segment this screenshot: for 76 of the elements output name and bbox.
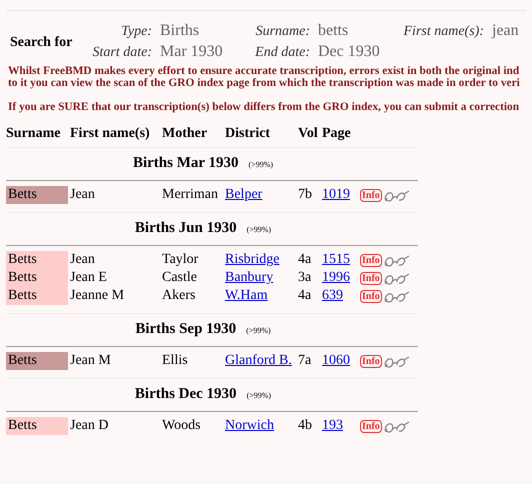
search-field-label: Type: <box>120 23 152 41</box>
info-button[interactable]: Info <box>360 420 382 433</box>
search-field-value: betts <box>318 21 350 41</box>
first-name-cell: Jean E <box>70 270 107 285</box>
volume-cell: 7b <box>298 187 312 202</box>
spectacles-icon[interactable] <box>384 420 410 434</box>
volume-cell: 4a <box>298 288 312 303</box>
column-header: Mother <box>162 126 208 142</box>
column-header: First name(s) <box>70 126 150 142</box>
spectacles-icon[interactable] <box>384 354 410 368</box>
quarter-heading: Births Mar 1930 <box>132 155 239 172</box>
quarter-heading: Births Dec 1930 <box>134 386 237 402</box>
info-button[interactable]: Info <box>360 189 382 202</box>
mother-cell: Akers <box>162 288 196 303</box>
notice-text: Whilst FreeBMD makes every effort to ensure accurate transcription, errors exist in both the original ind <box>8 65 520 77</box>
spectacles-icon[interactable] <box>384 188 410 202</box>
info-button[interactable]: Info <box>360 254 382 267</box>
page-link[interactable]: 639 <box>322 288 343 303</box>
district-link[interactable]: W.Ham <box>225 288 268 303</box>
first-name-cell: Jean <box>70 252 95 267</box>
search-field-label: First name(s): <box>402 23 484 41</box>
info-button[interactable]: Info <box>360 272 382 285</box>
spectacles-icon[interactable] <box>384 272 410 286</box>
first-name-cell: Jeanne M <box>70 288 124 303</box>
info-button[interactable]: Info <box>360 355 382 368</box>
info-button[interactable]: Info <box>360 290 382 303</box>
surname-cell: Betts <box>6 186 68 204</box>
spectacles-icon[interactable] <box>384 290 410 304</box>
spectacles-icon[interactable] <box>384 254 410 268</box>
accuracy-note: (>99%) <box>246 391 272 400</box>
search-field-label: Surname: <box>254 23 310 41</box>
volume-cell: 4b <box>298 418 312 433</box>
quarter-heading: Births Sep 1930 <box>135 321 236 338</box>
surname-cell: Betts <box>6 287 68 305</box>
quarter-heading: Births Jun 1930 <box>134 220 237 236</box>
search-field-label: Start date: <box>92 44 152 62</box>
search-field-value: Dec 1930 <box>318 42 381 62</box>
column-header: Page <box>322 126 351 142</box>
page-link[interactable]: 1515 <box>322 252 350 267</box>
search-field-label: End date: <box>254 44 310 62</box>
surname-cell: Betts <box>6 417 68 435</box>
district-link[interactable]: Norwich <box>225 418 274 433</box>
district-link[interactable]: Risbridge <box>225 252 280 267</box>
mother-cell: Castle <box>162 270 197 285</box>
district-link[interactable]: Banbury <box>225 270 274 285</box>
search-field-value: Births <box>160 21 200 41</box>
first-name-cell: Jean D <box>70 418 108 433</box>
mother-cell: Woods <box>162 418 201 433</box>
first-name-cell: Jean <box>70 187 95 202</box>
mother-cell: Taylor <box>162 252 198 267</box>
column-header: Vol <box>298 126 318 142</box>
page-link[interactable]: 193 <box>322 418 343 433</box>
search-for-label: Search for <box>10 34 74 52</box>
page-link[interactable]: 1996 <box>322 270 350 285</box>
column-header: Surname <box>6 126 60 142</box>
district-link[interactable]: Belper <box>225 187 262 202</box>
accuracy-note: (>99%) <box>246 225 272 234</box>
volume-cell: 7a <box>298 353 312 368</box>
accuracy-note: (>99%) <box>246 326 271 336</box>
accuracy-note: (>99%) <box>248 160 274 170</box>
page-link[interactable]: 1019 <box>322 187 350 202</box>
page-link[interactable]: 1060 <box>322 353 350 368</box>
search-field-value: jean <box>492 21 519 41</box>
surname-cell: Betts <box>6 269 68 287</box>
volume-cell: 4a <box>298 252 312 267</box>
search-field-value: Mar 1930 <box>160 42 224 62</box>
notice-text: If you are SURE that our transcription(s) below differs from the GRO index, you can submit a correction <box>8 101 520 113</box>
volume-cell: 3a <box>298 270 312 285</box>
column-header: District <box>225 126 270 142</box>
mother-cell: Merriman <box>162 187 218 202</box>
surname-cell: Betts <box>6 251 68 269</box>
mother-cell: Ellis <box>162 353 188 368</box>
notice-text: to it you can view the scan of the GRO index page from which the transcription was made in order to veri <box>8 77 520 89</box>
surname-cell: Betts <box>6 352 68 370</box>
first-name-cell: Jean M <box>70 353 111 368</box>
district-link[interactable]: Glanford B. <box>225 353 292 368</box>
